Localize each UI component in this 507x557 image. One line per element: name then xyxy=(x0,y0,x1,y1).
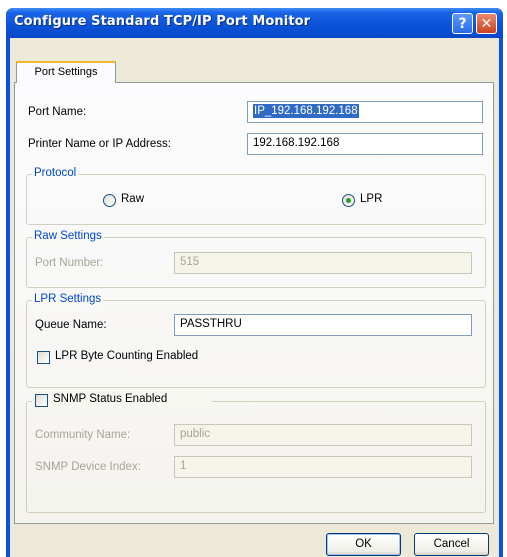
port-number-label: Port Number: xyxy=(35,257,104,269)
window-title: Configure Standard TCP/IP Port Monitor xyxy=(14,14,311,29)
protocol-raw-label[interactable]: Raw xyxy=(121,193,144,205)
port-name-value: IP_192.168.192.168 xyxy=(253,104,359,118)
printer-address-input[interactable]: 192.168.192.168 xyxy=(247,133,483,155)
title-bar[interactable]: Configure Standard TCP/IP Port Monitor ?… xyxy=(6,8,503,38)
protocol-lpr-label[interactable]: LPR xyxy=(360,193,382,205)
queue-name-input[interactable]: PASSTHRU xyxy=(174,314,472,336)
lpr-byte-counting-checkbox[interactable] xyxy=(37,351,50,364)
snmp-device-index-input[interactable]: 1 xyxy=(174,456,472,478)
close-icon: ✕ xyxy=(480,15,493,32)
snmp-status-label[interactable]: SNMP Status Enabled xyxy=(53,393,167,405)
port-name-label: Port Name: xyxy=(28,106,86,118)
snmp-status-checkbox[interactable] xyxy=(35,394,48,407)
protocol-group-title: Protocol xyxy=(32,167,79,179)
help-button[interactable]: ? xyxy=(452,13,473,34)
tab-port-settings[interactable]: Port Settings xyxy=(16,61,116,83)
snmp-device-index-label: SNMP Device Index: xyxy=(35,461,141,473)
tab-panel: Port Name: IP_192.168.192.168 Printer Na… xyxy=(14,82,494,524)
community-name-input[interactable]: public xyxy=(174,424,472,446)
printer-address-label: Printer Name or IP Address: xyxy=(28,138,171,150)
protocol-group xyxy=(26,174,486,225)
community-name-label: Community Name: xyxy=(35,429,131,441)
ok-button[interactable]: OK xyxy=(326,533,401,556)
raw-settings-group-title: Raw Settings xyxy=(32,230,104,242)
dialog-client-area: Port Settings Port Name: IP_192.168.192.… xyxy=(10,38,499,557)
protocol-raw-radio[interactable] xyxy=(103,194,116,207)
cancel-button[interactable]: Cancel xyxy=(414,533,489,556)
close-button[interactable]: ✕ xyxy=(476,13,497,34)
port-name-input[interactable]: IP_192.168.192.168 xyxy=(247,101,483,123)
port-name-label-text: Port Name: xyxy=(28,106,87,118)
lpr-byte-counting-label[interactable]: LPR Byte Counting Enabled xyxy=(55,350,198,362)
dialog-window: Configure Standard TCP/IP Port Monitor ?… xyxy=(6,8,503,557)
lpr-settings-group-title: LPR Settings xyxy=(32,293,104,305)
queue-name-label: Queue Name: xyxy=(35,319,107,331)
protocol-lpr-radio[interactable] xyxy=(342,194,355,207)
port-number-input[interactable]: 515 xyxy=(174,252,472,274)
help-icon: ? xyxy=(458,15,467,32)
